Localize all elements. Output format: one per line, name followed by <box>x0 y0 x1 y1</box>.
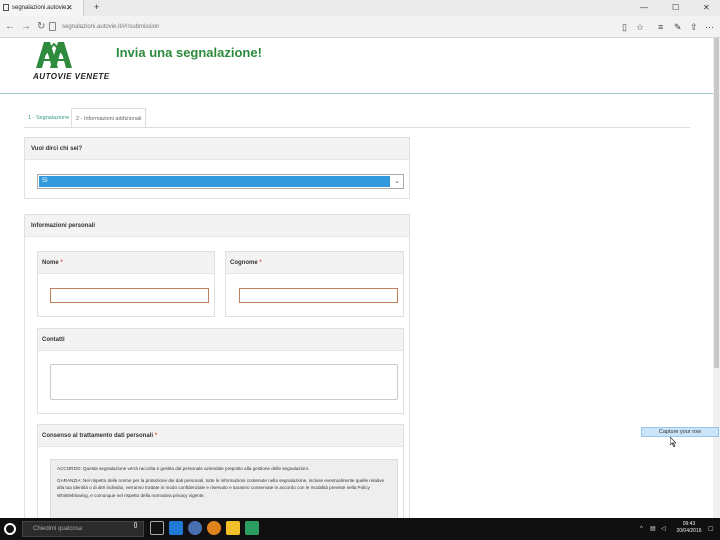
consent-title: Consenso al trattamento dati personali <box>42 433 154 439</box>
required-mark: * <box>60 260 63 266</box>
reading-view-icon[interactable]: ▯ <box>622 16 627 38</box>
lock-icon <box>49 22 56 31</box>
refresh-icon[interactable]: ↻ <box>37 16 45 38</box>
identity-question: Vuoi dirci chi sei? <box>25 138 409 160</box>
back-icon[interactable]: ← <box>5 16 15 38</box>
minimize-button[interactable]: — <box>640 0 648 16</box>
tab-informazioni-addizionali[interactable]: 2 - Informazioni addizionali <box>71 108 147 128</box>
windows-taskbar: Chiedimi qualcosa ^ ▤ ◁ 09:43 20/04/2016… <box>0 518 720 540</box>
clock-time: 09:43 <box>682 521 696 527</box>
url-field[interactable]: segnalazioni.autovie.it/#!/submission <box>62 21 562 33</box>
contacts-field[interactable] <box>50 364 398 400</box>
personal-info-title: Informazioni personali <box>25 215 409 237</box>
page-scrollbar[interactable] <box>713 38 720 518</box>
consent-label-row: Consenso al trattamento dati personali * <box>38 425 403 447</box>
consent-text-box: ACCORDO: Questa segnalazione verrà racco… <box>50 459 398 521</box>
first-name-label-row: Nome * <box>38 252 214 274</box>
forward-icon[interactable]: → <box>21 16 31 38</box>
consent-paragraph-accordo: ACCORDO: Questa segnalazione verrà racco… <box>57 466 310 471</box>
last-name-field[interactable] <box>239 288 398 303</box>
task-view-icon[interactable] <box>150 521 164 535</box>
first-name-label: Nome <box>42 260 59 266</box>
identity-panel: Vuoi dirci chi sei? <box>24 137 410 199</box>
tab-close-icon[interactable]: ✕ <box>66 0 73 16</box>
capture-tooltip[interactable]: Capture your row <box>641 427 719 437</box>
contacts-label: Contatti <box>38 329 403 351</box>
address-bar: ← → ↻ segnalazioni.autovie.it/#!/submiss… <box>0 16 720 38</box>
browser-tab-bar: segnalazioni.autovie... ✕ + — ☐ ✕ <box>0 0 720 16</box>
hub-icon[interactable]: ≡ <box>658 16 663 38</box>
tabs-divider <box>24 127 690 128</box>
identity-selected-value: Sì <box>39 176 390 187</box>
first-name-field[interactable] <box>50 288 209 303</box>
mouse-cursor-icon <box>670 437 676 447</box>
required-mark: * <box>154 433 158 439</box>
required-mark: * <box>259 260 262 266</box>
consent-paragraph-garanzia: GARANZIA: Nel rispetto delle norme per l… <box>57 477 385 498</box>
tray-up-icon[interactable]: ^ <box>640 518 643 540</box>
taskbar-search-input[interactable]: Chiedimi qualcosa <box>22 521 144 537</box>
file-explorer-icon[interactable] <box>226 521 240 535</box>
last-name-label: Cognome <box>230 260 258 266</box>
clock-date: 20/04/2016 <box>676 528 702 534</box>
snipping-tool-icon[interactable] <box>245 521 259 535</box>
more-icon[interactable]: ⋯ <box>705 16 714 38</box>
taskbar-clock[interactable]: 09:43 20/04/2016 <box>674 521 704 535</box>
scrollbar-thumb[interactable] <box>714 38 719 368</box>
microphone-icon[interactable] <box>134 522 137 528</box>
logo-text: AUTOVIE VENETE <box>33 72 110 81</box>
edge-icon[interactable] <box>169 521 183 535</box>
chevron-down-icon: ⌄ <box>394 178 400 185</box>
page-icon <box>3 4 9 11</box>
explorer-icon[interactable] <box>188 521 202 535</box>
page-title: Invia una segnalazione! <box>116 45 262 60</box>
notifications-icon[interactable]: ▢ <box>708 518 714 540</box>
identity-select[interactable]: Sì ⌄ <box>37 174 404 189</box>
last-name-panel: Cognome * <box>225 251 404 317</box>
new-tab-icon[interactable]: + <box>94 0 99 15</box>
maximize-button[interactable]: ☐ <box>672 0 679 16</box>
volume-icon[interactable]: ◁ <box>661 518 666 540</box>
network-icon[interactable]: ▤ <box>650 518 656 540</box>
note-icon[interactable]: ✎ <box>674 16 682 38</box>
first-name-panel: Nome * <box>37 251 215 317</box>
header-divider <box>0 93 713 94</box>
share-icon[interactable]: ⇧ <box>690 16 698 38</box>
start-icon[interactable] <box>4 523 16 535</box>
tab-title: segnalazioni.autovie... <box>12 5 72 11</box>
last-name-label-row: Cognome * <box>226 252 403 274</box>
tab-segnalazione[interactable]: 1 - Segnalazione <box>24 108 73 128</box>
close-window-button[interactable]: ✕ <box>703 0 710 16</box>
browser-tab[interactable]: segnalazioni.autovie... ✕ <box>0 0 84 16</box>
favorite-icon[interactable]: ☆ <box>636 16 644 38</box>
firefox-icon[interactable] <box>207 521 221 535</box>
